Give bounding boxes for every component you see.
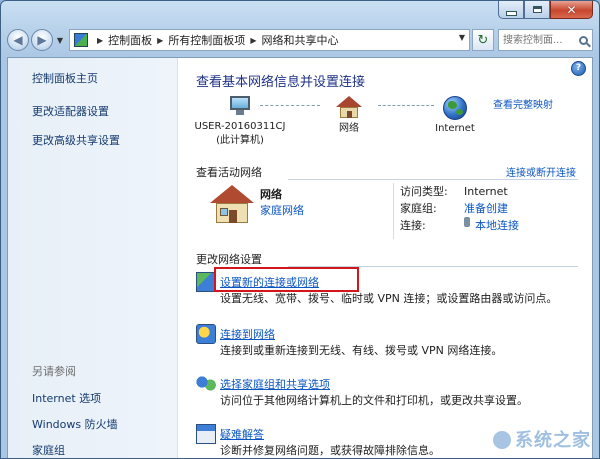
main-panel: ? 查看基本网络信息并设置连接 USER-20160311CJ (此计算机) 网… [178,58,592,458]
sidebar-item-advanced-sharing[interactable]: 更改高级共享设置 [32,132,120,148]
recent-pages-dropdown[interactable]: ▼ [55,36,65,45]
window: ✕ ◀ ▶ ▼ ▶ 控制面板 ▶ 所有控制面板项 ▶ 网络和共享中心 ▼ ↻ 控… [0,0,600,459]
caption-buttons: ✕ [498,1,593,21]
refresh-button[interactable]: ↻ [472,29,494,51]
forward-button[interactable]: ▶ [31,29,53,51]
sidebar-item-adapter-settings[interactable]: 更改适配器设置 [32,103,120,119]
sidebar-see-also: 另请参阅 Internet 选项 Windows 防火墙 家庭组 [32,363,118,458]
control-panel-icon [74,33,88,47]
homegroup-sharing-link[interactable]: 选择家庭组和共享选项 [220,376,330,392]
search-input[interactable] [499,33,565,47]
address-bar[interactable]: ▶ 控制面板 ▶ 所有控制面板项 ▶ 网络和共享中心 ▼ [69,29,470,51]
divider [288,179,578,180]
sidebar-item-windows-firewall[interactable]: Windows 防火墙 [32,416,118,432]
see-also-heading: 另请参阅 [32,365,76,378]
local-connection-link[interactable]: 本地连接 [475,217,519,234]
access-type-value: Internet [464,185,508,198]
help-icon[interactable]: ? [571,61,586,76]
house-icon [336,96,362,118]
address-dropdown-icon[interactable]: ▼ [459,33,465,42]
home-network-icon [210,185,254,223]
close-button[interactable]: ✕ [550,1,593,19]
sidebar-item-control-panel-home[interactable]: 控制面板主页 [32,70,120,86]
computer-sub: (此计算机) [216,135,264,146]
network-connect-icon [196,324,216,344]
sidebar-item-homegroup[interactable]: 家庭组 [32,442,118,458]
navigation-bar: ◀ ▶ ▼ ▶ 控制面板 ▶ 所有控制面板项 ▶ 网络和共享中心 ▼ ↻ [7,27,593,53]
back-button[interactable]: ◀ [7,29,29,51]
prop-connections: 连接: 本地连接 [400,217,519,234]
network-setup-icon [196,272,216,292]
active-network-name: 网络 [260,188,282,201]
map-node-network: 网络 [324,96,374,136]
network-map: USER-20160311CJ (此计算机) 网络 Internet 查看完整映… [178,96,592,166]
map-node-internet: Internet [420,96,490,136]
close-icon: ✕ [566,2,577,17]
breadcrumb-separator-icon[interactable]: ▶ [157,36,163,45]
breadcrumb-all-items[interactable]: 所有控制面板项 [168,32,245,48]
connect-network-link[interactable]: 连接到网络 [220,326,275,342]
search-box [498,29,593,51]
chevron-down-icon: ▼ [56,35,64,45]
sidebar: 控制面板主页 更改适配器设置 更改高级共享设置 另请参阅 Internet 选项… [8,58,178,458]
watermark-logo-icon [493,431,511,449]
homegroup-sharing-icon [196,374,216,394]
breadcrumb-network-center[interactable]: 网络和共享中心 [261,32,338,48]
connect-disconnect-link[interactable]: 连接或断开连接 [506,164,576,179]
minimize-button[interactable] [498,1,524,19]
content-area: 控制面板主页 更改适配器设置 更改高级共享设置 另请参阅 Internet 选项… [7,57,593,458]
sidebar-tasks: 控制面板主页 更改适配器设置 更改高级共享设置 [32,70,120,161]
troubleshoot-icon [196,424,216,444]
minimize-icon [505,10,517,16]
internet-label: Internet [435,123,475,134]
prop-homegroup: 家庭组: 准备创建 [400,200,508,217]
active-networks-heading: 查看活动网络 [196,166,262,179]
arrow-right-icon: ▶ [37,33,47,47]
homegroup-status-link[interactable]: 准备创建 [464,200,508,217]
prop-access-type: 访问类型: Internet [400,185,508,198]
page-title: 查看基本网络信息并设置连接 [196,75,366,90]
computer-icon [228,96,252,116]
connection-icon [464,217,470,227]
breadcrumb-control-panel[interactable]: 控制面板 [108,32,152,48]
maximize-button[interactable] [524,1,550,19]
search-icon[interactable] [579,35,588,45]
watermark: 系统之家 [493,426,591,452]
active-network: 网络 家庭网络 [210,185,304,223]
maximize-icon [532,6,542,13]
highlight-box [214,267,359,292]
active-network-info: 网络 家庭网络 [260,185,304,219]
map-node-computer: USER-20160311CJ (此计算机) [190,96,290,148]
globe-icon [443,96,467,120]
sidebar-item-internet-options[interactable]: Internet 选项 [32,390,118,406]
refresh-icon: ↻ [477,32,489,48]
change-settings-heading: 更改网络设置 [196,253,262,266]
view-full-map-link[interactable]: 查看完整映射 [493,96,553,111]
computer-name: USER-20160311CJ [194,121,286,132]
breadcrumb-separator-icon[interactable]: ▶ [97,36,103,45]
network-properties: 访问类型: Internet 家庭组: 准备创建 连接: 本地连接 [400,183,519,234]
troubleshoot-link[interactable]: 疑难解答 [220,426,264,442]
network-type-link[interactable]: 家庭网络 [260,204,304,217]
breadcrumb-separator-icon[interactable]: ▶ [250,36,256,45]
network-label: 网络 [339,123,359,134]
divider [393,183,394,239]
map-connector [260,105,320,106]
arrow-left-icon: ◀ [13,33,23,47]
